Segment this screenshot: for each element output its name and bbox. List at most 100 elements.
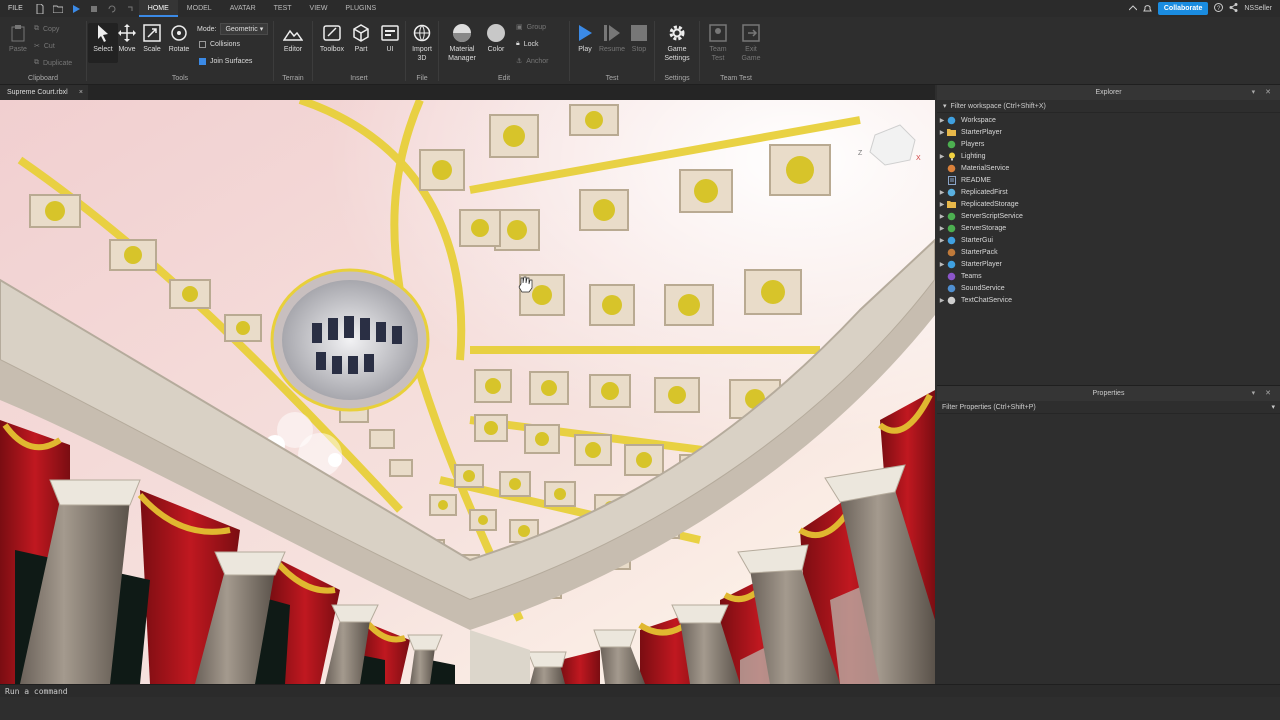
game-settings-button[interactable]: Game Settings (662, 23, 692, 63)
ui-button[interactable]: UI (375, 23, 405, 54)
explorer-item-label: ServerScriptService (961, 212, 1023, 220)
explorer-item[interactable]: ▶ ServerScriptService (937, 210, 1280, 222)
explorer-item[interactable]: MaterialService (937, 162, 1280, 174)
team-test-button[interactable]: Team Test (703, 23, 733, 63)
resume-button[interactable]: Resume (597, 23, 627, 54)
close-icon[interactable]: × (79, 85, 83, 100)
expand-arrow-icon[interactable]: ▶ (937, 225, 947, 232)
tab-test[interactable]: TEST (265, 0, 301, 17)
cursor-icon (93, 23, 113, 43)
expand-icon[interactable] (1128, 4, 1138, 13)
collaborate-button[interactable]: Collaborate (1157, 2, 1209, 15)
team-test-group-label: Team Test (720, 75, 752, 82)
explorer-item[interactable]: ▶ StarterGui (937, 234, 1280, 246)
stop-icon (629, 23, 649, 43)
terrain-editor-button[interactable]: Editor (278, 23, 308, 54)
explorer-item[interactable]: README (937, 174, 1280, 186)
collisions-checkbox[interactable] (199, 41, 206, 48)
expand-arrow-icon[interactable]: ▶ (937, 201, 947, 208)
expand-arrow-icon[interactable]: ▶ (937, 237, 947, 244)
open-folder-icon[interactable] (52, 4, 63, 14)
material-manager-button[interactable]: Material Manager (446, 23, 478, 63)
explorer-item-label: StarterGui (961, 236, 993, 244)
3d-viewport[interactable]: Z X (0, 100, 935, 684)
notifications-icon[interactable] (1143, 3, 1152, 15)
undo-icon[interactable] (107, 4, 117, 14)
play-button[interactable]: Play (570, 23, 600, 54)
color-button[interactable]: Color (481, 23, 511, 54)
properties-filter-input[interactable]: Filter Properties (Ctrl+Shift+P) ▾ (937, 401, 1280, 414)
anchor-button[interactable]: ⚓︎ Anchor (516, 57, 548, 66)
explorer-item[interactable]: ▶ Workspace (937, 114, 1280, 126)
tab-plugins[interactable]: PLUGINS (336, 0, 385, 17)
roblox-studio-window: FILE HOME MODEL AVATAR TEST VIEW PLUGINS… (0, 0, 1280, 720)
import-3d-button[interactable]: Import 3D (407, 23, 437, 63)
group-button[interactable]: ▣ Group (516, 23, 546, 32)
play-icon (575, 23, 595, 43)
expand-arrow-icon[interactable]: ▶ (937, 153, 947, 160)
tab-view[interactable]: VIEW (301, 0, 337, 17)
explorer-item-label: ReplicatedStorage (961, 200, 1019, 208)
explorer-item[interactable]: StarterPack (937, 246, 1280, 258)
folder-icon (947, 128, 956, 137)
ribbon-toolbar: Paste ⧉ Copy ✂ Cut ⧉ Duplicate Clipboard Se… (0, 17, 1280, 85)
starter-pack-icon (947, 248, 956, 257)
play-quick-icon[interactable] (71, 4, 81, 14)
scene-render[interactable]: Z X (0, 100, 935, 684)
explorer-filter-input[interactable]: ▾ Filter workspace (Ctrl+Shift+X) (937, 100, 1280, 113)
explorer-item[interactable]: ▶ ReplicatedStorage (937, 198, 1280, 210)
tab-avatar[interactable]: AVATAR (221, 0, 265, 17)
explorer-item[interactable]: ▶ StarterPlayer (937, 126, 1280, 138)
resume-icon (602, 23, 622, 43)
tab-home[interactable]: HOME (138, 0, 178, 17)
explorer-item[interactable]: SoundService (937, 282, 1280, 294)
duplicate-button[interactable]: ⧉ Duplicate (34, 59, 72, 67)
document-tab-strip: Supreme Court.rbxl × (0, 85, 935, 100)
cut-button[interactable]: ✂ Cut (34, 42, 55, 51)
command-bar-input[interactable]: Run a command (0, 684, 1280, 697)
help-icon[interactable]: ? (1214, 3, 1224, 14)
explorer-item[interactable]: Players (937, 138, 1280, 150)
explorer-item[interactable]: ▶ ServerStorage (937, 222, 1280, 234)
expand-arrow-icon[interactable]: ▶ (937, 117, 947, 124)
explorer-item[interactable]: Teams (937, 270, 1280, 282)
tab-model[interactable]: MODEL (178, 0, 221, 17)
paste-button[interactable]: Paste (3, 23, 33, 54)
new-file-icon[interactable] (35, 3, 45, 14)
toolbox-button[interactable]: Toolbox (317, 23, 347, 54)
collisions-toggle[interactable]: Collisions (199, 41, 240, 48)
expand-arrow-icon[interactable]: ▶ (937, 261, 947, 268)
chevron-down-icon[interactable]: ▾ (1271, 401, 1280, 414)
document-tab[interactable]: Supreme Court.rbxl × (0, 85, 88, 100)
file-group: Import 3D File (406, 17, 438, 85)
lock-button[interactable]: 🔒︎ Lock (516, 40, 539, 48)
part-button[interactable]: Part (346, 23, 376, 54)
expand-arrow-icon[interactable]: ▶ (937, 129, 947, 136)
explorer-item[interactable]: ▶ ReplicatedFirst (937, 186, 1280, 198)
insert-group: Toolbox Part UI Insert (313, 17, 405, 85)
panel-controls-icon[interactable]: ▾ ✕ (1252, 85, 1275, 100)
explorer-item[interactable]: ▶ Lighting (937, 150, 1280, 162)
file-menu[interactable]: FILE (0, 5, 31, 12)
expand-arrow-icon[interactable]: ▶ (937, 189, 947, 196)
explorer-item[interactable]: ▶ StarterPlayer (937, 258, 1280, 270)
join-surfaces-toggle[interactable]: Join Surfaces (199, 58, 252, 65)
mode-dropdown[interactable]: Geometric ▾ (220, 23, 269, 35)
expand-arrow-icon[interactable]: ▶ (937, 213, 947, 220)
group-icon: ▣ (516, 24, 523, 31)
redo-icon[interactable] (125, 4, 135, 14)
ui-icon (380, 23, 400, 43)
explorer-item-label: TextChatService (961, 296, 1012, 304)
stop-quick-icon[interactable] (89, 4, 99, 14)
join-surfaces-checkbox[interactable] (199, 58, 206, 65)
expand-arrow-icon[interactable]: ▶ (937, 297, 947, 304)
explorer-item[interactable]: ▶ TextChatService (937, 294, 1280, 306)
copy-button[interactable]: ⧉ Copy (34, 25, 59, 33)
rotate-tool-button[interactable]: Rotate (164, 23, 194, 54)
stop-button[interactable]: Stop (624, 23, 654, 54)
scale-tool-button[interactable]: Scale (137, 23, 167, 54)
share-icon[interactable] (1229, 3, 1238, 14)
user-name[interactable]: NSSeller (1244, 5, 1272, 12)
exit-game-button[interactable]: Exit Game (736, 23, 766, 63)
panel-controls-icon[interactable]: ▾ ✕ (1252, 386, 1275, 401)
